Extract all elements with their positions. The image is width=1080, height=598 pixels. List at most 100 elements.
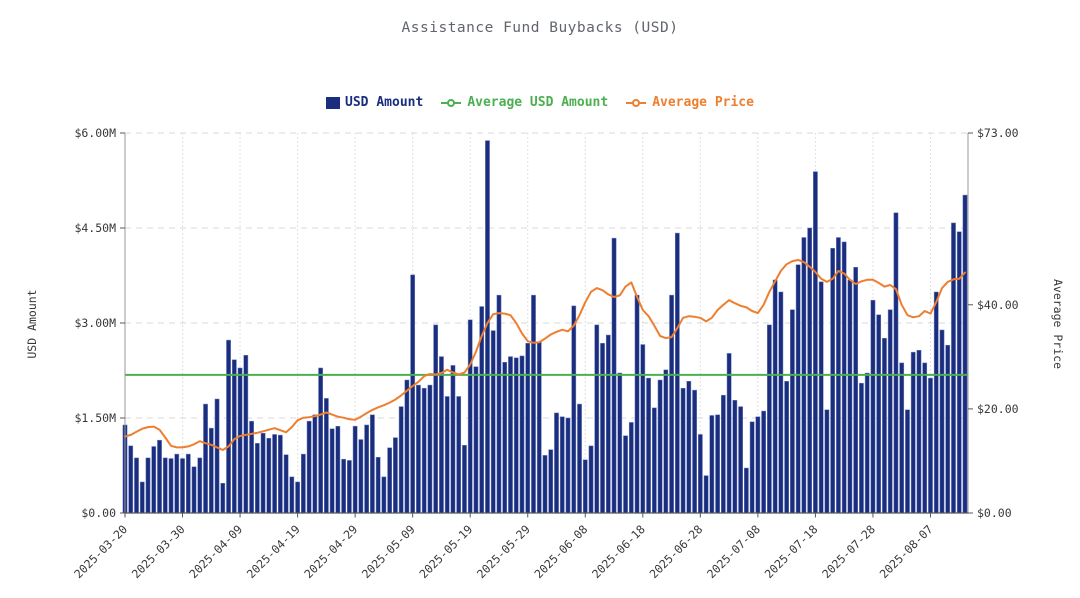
usd-amount-bar xyxy=(939,329,945,514)
usd-amount-bar xyxy=(128,445,134,514)
usd-amount-bar xyxy=(416,384,421,514)
buybacks-chart-root: Assistance Fund Buybacks (USD) USD Amoun… xyxy=(0,0,1080,598)
usd-amount-bar xyxy=(410,274,416,514)
usd-amount-bar xyxy=(767,324,772,514)
usd-amount-bar xyxy=(784,381,789,514)
x-axis-tick-label: 2025-05-19 xyxy=(416,522,475,581)
usd-amount-bar xyxy=(749,421,755,514)
left-axis-label: USD Amount xyxy=(25,289,39,359)
left-axis-tick-label: $6.00M xyxy=(74,126,116,140)
usd-amount-bar xyxy=(295,481,300,514)
usd-amount-bar xyxy=(628,422,634,514)
line-marker-icon xyxy=(441,98,462,107)
usd-amount-bar xyxy=(910,351,916,514)
usd-amount-bar xyxy=(686,381,692,514)
usd-amount-bar xyxy=(272,434,277,514)
usd-amount-bar xyxy=(795,264,801,514)
x-axis-tick-label: 2025-05-29 xyxy=(474,522,533,581)
legend-item-average-usd-amount: Average USD Amount xyxy=(440,95,608,110)
usd-amount-bar xyxy=(341,458,346,514)
usd-amount-bar xyxy=(277,434,283,514)
usd-amount-bar xyxy=(439,356,444,514)
legend-label: Average USD Amount xyxy=(467,95,609,110)
x-axis-tick-label: 2025-04-29 xyxy=(301,522,360,581)
usd-amount-bar xyxy=(945,344,951,514)
usd-amount-bar xyxy=(559,416,565,514)
usd-amount-bar xyxy=(600,343,605,514)
usd-amount-bar xyxy=(473,366,479,514)
usd-amount-bar xyxy=(306,420,312,514)
x-axis-tick-label: 2025-03-30 xyxy=(129,522,188,581)
usd-amount-bar xyxy=(847,279,853,514)
right-axis-tick-label: $0.00 xyxy=(977,506,1012,520)
usd-amount-bar xyxy=(398,406,404,514)
usd-amount-bar xyxy=(830,248,836,514)
usd-amount-bar xyxy=(813,171,818,514)
right-axis-tick-label: $40.00 xyxy=(977,298,1019,312)
usd-amount-bar xyxy=(433,324,439,514)
legend-item-average-price: Average Price xyxy=(625,95,754,110)
x-axis-tick-label: 2025-08-07 xyxy=(877,522,936,581)
usd-amount-bar xyxy=(617,372,623,514)
usd-amount-bar xyxy=(577,403,582,514)
usd-amount-bar xyxy=(214,398,220,514)
x-axis-tick-label: 2025-03-20 xyxy=(71,522,130,581)
usd-amount-bar xyxy=(289,476,295,514)
usd-amount-bar xyxy=(318,367,323,514)
usd-amount-bar xyxy=(347,460,352,514)
x-axis-tick-label: 2025-07-18 xyxy=(762,522,821,581)
usd-amount-bar xyxy=(381,476,387,514)
usd-amount-bar xyxy=(427,384,433,514)
usd-amount-bar xyxy=(732,400,738,514)
usd-amount-bar xyxy=(680,387,686,514)
usd-amount-bar xyxy=(933,291,939,514)
left-axis-tick-label: $4.50M xyxy=(74,221,116,235)
usd-amount-bar xyxy=(490,330,496,514)
x-axis-tick-label: 2025-04-19 xyxy=(244,522,303,581)
usd-amount-bar xyxy=(962,194,968,514)
left-axis-tick-label: $3.00M xyxy=(74,316,116,330)
x-axis-tick-label: 2025-04-09 xyxy=(186,522,245,581)
usd-amount-bar xyxy=(692,389,697,514)
usd-amount-bar xyxy=(859,382,864,514)
usd-amount-bar xyxy=(260,432,266,514)
usd-amount-bar xyxy=(237,367,243,514)
usd-amount-bar xyxy=(582,459,588,514)
usd-amount-bar xyxy=(203,403,208,514)
usd-amount-bar xyxy=(651,407,657,514)
usd-amount-bar xyxy=(531,294,536,514)
usd-amount-bar xyxy=(790,309,795,514)
usd-amount-bar xyxy=(467,319,473,514)
chart-title: Assistance Fund Buybacks (USD) xyxy=(401,20,679,36)
usd-amount-bar xyxy=(456,396,462,514)
x-axis-tick-label: 2025-07-28 xyxy=(819,522,878,581)
usd-amount-bar xyxy=(721,394,726,514)
usd-amount-bar xyxy=(364,424,369,514)
usd-amount-bar xyxy=(358,439,364,514)
x-axis-tick-label: 2025-05-09 xyxy=(359,522,418,581)
usd-amount-bar xyxy=(174,453,180,514)
usd-amount-bar xyxy=(157,439,162,514)
x-axis-tick-label: 2025-07-08 xyxy=(704,522,763,581)
usd-amount-bar xyxy=(882,337,887,514)
usd-amount-bar xyxy=(709,415,715,514)
usd-amount-bar xyxy=(335,425,341,514)
usd-amount-bar xyxy=(594,324,600,514)
left-axis-tick-label: $1.50M xyxy=(74,411,116,425)
usd-amount-bar xyxy=(134,457,139,514)
usd-amount-bar xyxy=(634,294,640,514)
usd-amount-bar xyxy=(208,427,214,514)
usd-amount-bar xyxy=(375,457,381,514)
usd-amount-bar xyxy=(922,362,928,514)
legend-label: Average Price xyxy=(652,95,754,110)
usd-amount-bar xyxy=(450,365,456,514)
usd-amount-bar xyxy=(818,281,824,514)
usd-amount-bar xyxy=(646,377,651,514)
usd-amount-bar xyxy=(778,291,784,514)
usd-amount-bar xyxy=(928,377,933,514)
usd-amount-bar xyxy=(870,299,876,514)
usd-amount-bar xyxy=(605,334,611,514)
usd-amount-bar xyxy=(755,416,761,514)
usd-amount-bar xyxy=(387,447,393,514)
usd-amount-bar xyxy=(513,357,519,514)
